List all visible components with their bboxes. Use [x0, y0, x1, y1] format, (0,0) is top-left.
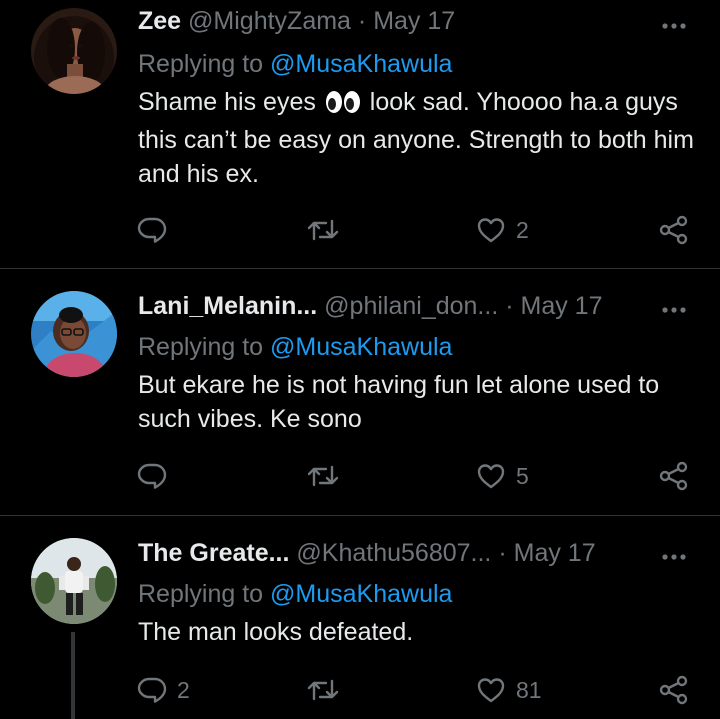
avatar[interactable] — [31, 291, 117, 377]
action-bar: 2 — [0, 213, 720, 247]
share-icon — [658, 214, 690, 246]
share-icon — [658, 674, 690, 706]
mention-link[interactable]: @MusaKhawula — [270, 580, 452, 608]
replying-to-label: Replying to — [138, 50, 264, 78]
mention-link[interactable]: @MusaKhawula — [270, 50, 452, 78]
tweet-header: The Greate... @Khathu56807... · May 17 — [138, 536, 630, 570]
display-name[interactable]: The Greate... — [138, 539, 289, 567]
like-button[interactable]: 2 — [476, 213, 529, 247]
more-icon[interactable] — [662, 549, 686, 560]
user-handle[interactable]: @Khathu56807... — [296, 539, 491, 567]
share-button[interactable] — [658, 459, 690, 493]
user-handle[interactable]: @philani_don... — [324, 292, 498, 320]
thread-line — [71, 632, 75, 719]
heart-icon — [476, 461, 506, 491]
display-name[interactable]: Lani_Melanin... — [138, 292, 317, 320]
reply-button[interactable] — [137, 459, 177, 493]
tweet-header: Zee @MightyZama · May 17 — [138, 4, 630, 38]
more-icon[interactable] — [662, 302, 686, 313]
tweet-date[interactable]: May 17 — [373, 7, 455, 35]
retweet-icon — [306, 461, 340, 491]
retweet-button[interactable] — [306, 673, 350, 707]
mention-link[interactable]: @MusaKhawula — [270, 333, 452, 361]
display-name[interactable]: Zee — [138, 7, 181, 35]
tweet-header: Lani_Melanin... @philani_don... · May 17 — [138, 289, 630, 323]
heart-icon — [476, 215, 506, 245]
like-count: 5 — [516, 462, 529, 489]
tweet-date[interactable]: May 17 — [514, 539, 596, 567]
action-bar: 2 81 — [0, 673, 720, 707]
tweet-date[interactable]: May 17 — [521, 292, 603, 320]
retweet-icon — [306, 215, 340, 245]
reply-icon — [137, 215, 167, 245]
tweet-text: The man looks defeated. — [138, 618, 414, 646]
like-count: 2 — [516, 216, 529, 243]
tweet[interactable]: Lani_Melanin... @philani_don... · May 17… — [0, 269, 720, 515]
separator-dot: · — [357, 7, 367, 35]
user-handle[interactable]: @MightyZama — [188, 7, 351, 35]
like-button[interactable]: 81 — [476, 673, 542, 707]
reply-count: 2 — [177, 676, 190, 703]
retweet-button[interactable] — [306, 213, 350, 247]
eyes-emoji — [325, 89, 361, 123]
share-button[interactable] — [658, 213, 690, 247]
reply-button[interactable] — [137, 213, 177, 247]
tweet[interactable]: The Greate... @Khathu56807... · May 17 R… — [0, 516, 720, 719]
tweet[interactable]: Zee @MightyZama · May 17 Replying to @Mu… — [0, 0, 720, 268]
retweet-button[interactable] — [306, 459, 350, 493]
separator-dot: · — [505, 292, 514, 320]
reply-button[interactable]: 2 — [137, 673, 190, 707]
tweet-text: Shame his eyes look sad. Yhoooo ha.a guy… — [138, 85, 698, 191]
avatar[interactable] — [31, 8, 117, 94]
like-button[interactable]: 5 — [476, 459, 529, 493]
tweet-text-part: Shame his eyes — [138, 88, 316, 116]
share-button[interactable] — [658, 673, 690, 707]
replying-to: Replying to @MusaKhawula — [138, 47, 452, 81]
tweet-text: But ekare he is not having fun let alone… — [138, 371, 660, 433]
separator-dot: · — [498, 539, 507, 567]
like-count: 81 — [516, 676, 542, 703]
replying-to: Replying to @MusaKhawula — [138, 330, 452, 364]
share-icon — [658, 460, 690, 492]
action-bar: 5 — [0, 459, 720, 493]
replying-to: Replying to @MusaKhawula — [138, 577, 452, 611]
avatar[interactable] — [31, 538, 117, 624]
reply-icon — [137, 675, 167, 705]
reply-icon — [137, 461, 167, 491]
replying-to-label: Replying to — [138, 333, 264, 361]
replying-to-label: Replying to — [138, 580, 264, 608]
retweet-icon — [306, 675, 340, 705]
heart-icon — [476, 675, 506, 705]
more-icon[interactable] — [662, 18, 686, 29]
